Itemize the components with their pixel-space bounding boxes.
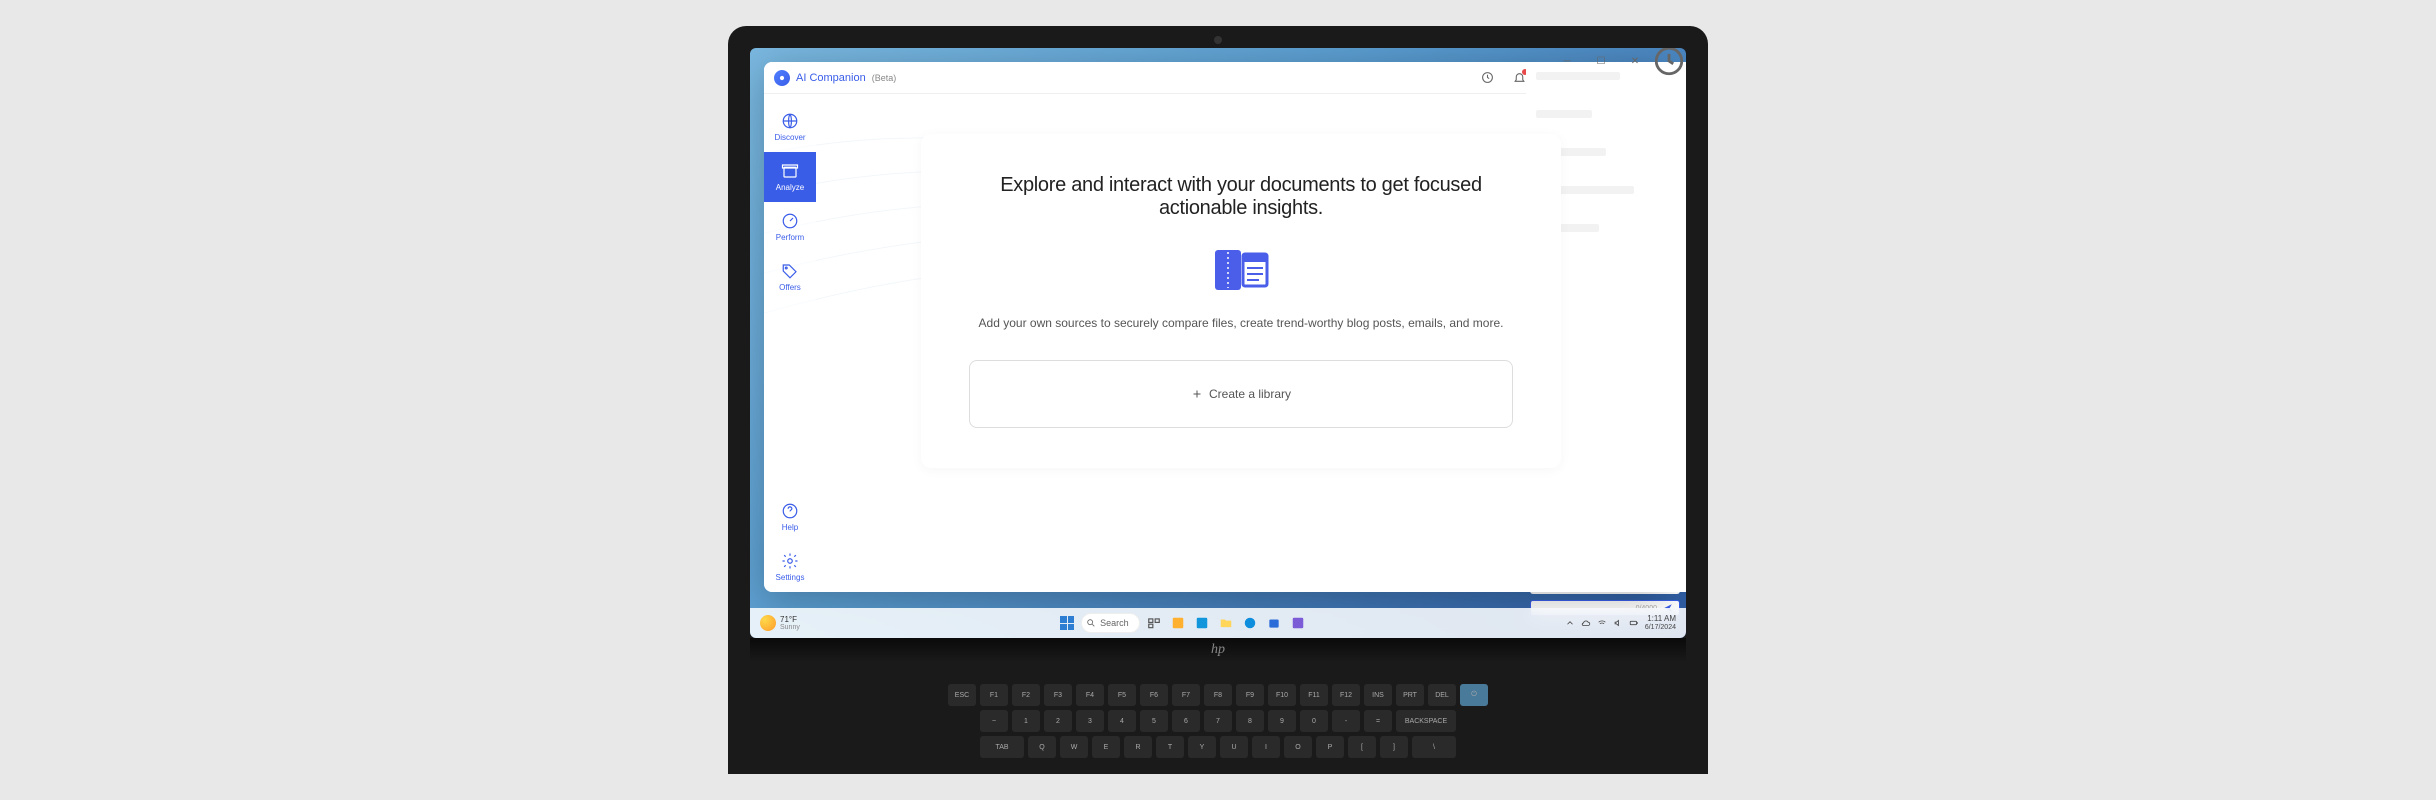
brand-logo: hp (1211, 642, 1225, 658)
sidebar-label: Discover (774, 133, 805, 142)
start-button[interactable] (1057, 613, 1077, 633)
main-area: Explore and interact with your documents… (816, 94, 1666, 592)
sidebar-label: Settings (776, 573, 805, 582)
sidebar-label: Offers (779, 283, 801, 292)
sidebar-item-analyze[interactable]: Analyze (764, 152, 816, 202)
taskbar: 71°F Sunny Search (750, 608, 1686, 638)
gear-icon (781, 552, 799, 570)
app-title: AI Companion (796, 72, 866, 84)
plus-icon (1191, 388, 1203, 400)
edge-icon[interactable] (1240, 613, 1260, 633)
screen-bezel: ─ ☐ ✕ Ask me anything. 0/4000 (728, 26, 1708, 674)
globe-icon (781, 112, 799, 130)
sun-icon (760, 615, 776, 631)
sidebar-item-help[interactable]: Help (764, 492, 816, 542)
card-title: Explore and interact with your documents… (969, 174, 1513, 220)
taskbar-search[interactable]: Search (1081, 613, 1140, 633)
webcam (1214, 36, 1222, 44)
app-window: AI Companion (Beta) JS ─ ☐ ✕ (764, 62, 1666, 592)
date: 6/17/2024 (1645, 624, 1676, 632)
search-icon (1086, 618, 1096, 628)
sidebar-item-discover[interactable]: Discover (764, 102, 816, 152)
volume-icon[interactable] (1613, 618, 1623, 628)
help-icon (781, 502, 799, 520)
windows-icon (1060, 616, 1074, 630)
sidebar-label: Analyze (776, 183, 804, 192)
create-library-button[interactable]: Create a library (969, 360, 1513, 428)
os-maximize-button[interactable]: ☐ (1584, 48, 1618, 74)
sidebar: Discover Analyze Perform Offers (764, 94, 816, 592)
time: 1:11 AM (1645, 615, 1676, 624)
taskbar-right: 1:11 AM 6/17/2024 (1565, 615, 1686, 631)
beta-label: (Beta) (872, 73, 897, 83)
weather-temp: 71°F (780, 616, 800, 624)
cloud-icon[interactable] (1581, 618, 1591, 628)
sidebar-item-offers[interactable]: Offers (764, 252, 816, 302)
history-button[interactable] (1474, 65, 1500, 91)
os-history-button[interactable] (1652, 48, 1686, 74)
app-icon-1[interactable] (1168, 613, 1188, 633)
taskbar-left: 71°F Sunny (750, 615, 800, 631)
sidebar-item-settings[interactable]: Settings (764, 542, 816, 592)
weather-widget[interactable]: 71°F Sunny (760, 615, 800, 631)
chevron-up-icon[interactable] (1565, 618, 1575, 628)
taskbar-center: Search (800, 613, 1565, 633)
screen: ─ ☐ ✕ Ask me anything. 0/4000 (750, 48, 1686, 638)
store-icon[interactable] (1264, 613, 1284, 633)
taskview-button[interactable] (1144, 613, 1164, 633)
weather-desc: Sunny (780, 624, 800, 631)
tag-icon (781, 262, 799, 280)
clock[interactable]: 1:11 AM 6/17/2024 (1645, 615, 1676, 631)
explorer-icon[interactable] (1216, 613, 1236, 633)
keyboard: ESCF1F2F3F4F5F6F7F8F9F10F11F12INSPRTDEL⏻… (728, 674, 1708, 774)
sidebar-label: Perform (776, 233, 804, 242)
battery-icon[interactable] (1629, 618, 1639, 628)
archive-icon (781, 162, 799, 180)
card-subtitle: Add your own sources to securely compare… (969, 316, 1513, 330)
wifi-icon[interactable] (1597, 618, 1607, 628)
app-icon-3[interactable] (1288, 613, 1308, 633)
os-close-button[interactable]: ✕ (1618, 48, 1652, 74)
app-logo-icon (774, 70, 790, 86)
app-icon-2[interactable] (1192, 613, 1212, 633)
empty-state-card: Explore and interact with your documents… (921, 134, 1561, 468)
laptop-frame: ─ ☐ ✕ Ask me anything. 0/4000 (728, 26, 1708, 774)
app-body: Discover Analyze Perform Offers (764, 94, 1666, 592)
os-minimize-button[interactable]: ─ (1550, 48, 1584, 74)
document-book-icon (969, 246, 1513, 294)
laptop-hinge: hp (750, 638, 1686, 662)
sidebar-label: Help (782, 523, 798, 532)
create-library-label: Create a library (1209, 387, 1291, 401)
os-window-controls: ─ ☐ ✕ (1550, 48, 1686, 74)
gauge-icon (781, 212, 799, 230)
search-label: Search (1100, 618, 1129, 628)
sidebar-item-perform[interactable]: Perform (764, 202, 816, 252)
